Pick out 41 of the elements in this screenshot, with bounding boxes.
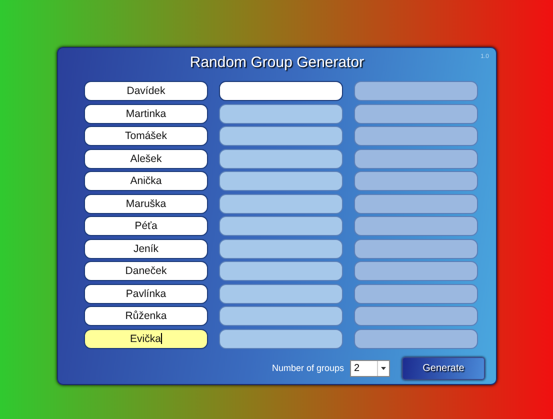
name-field[interactable]: Alešek (84, 148, 208, 168)
name-field[interactable] (219, 194, 343, 214)
name-field[interactable] (354, 284, 478, 304)
name-field[interactable] (354, 171, 478, 191)
name-field[interactable] (354, 238, 478, 258)
name-field[interactable] (219, 328, 343, 348)
name-field[interactable]: Pavlínka (84, 284, 208, 304)
name-field[interactable] (219, 81, 343, 101)
name-field[interactable] (219, 261, 343, 281)
name-field[interactable]: Daneček (84, 261, 208, 281)
name-field[interactable] (354, 104, 478, 124)
name-field[interactable]: Růženka (84, 306, 208, 326)
name-field[interactable] (219, 171, 343, 191)
name-field[interactable]: Maruška (84, 194, 208, 214)
name-field[interactable] (354, 126, 478, 146)
name-field[interactable]: Péťa (84, 216, 208, 236)
name-field[interactable]: Evička (84, 328, 208, 348)
caret-icon (381, 366, 386, 370)
name-field[interactable] (219, 216, 343, 236)
generate-button[interactable]: Generate (402, 356, 485, 380)
name-field[interactable]: Jeník (84, 238, 208, 258)
name-field[interactable]: Martinka (84, 104, 208, 124)
name-field[interactable] (354, 261, 478, 281)
name-field[interactable] (354, 194, 478, 214)
name-field[interactable] (354, 216, 478, 236)
name-field[interactable] (219, 238, 343, 258)
name-field[interactable] (219, 104, 343, 124)
name-field[interactable] (219, 148, 343, 168)
name-field[interactable] (354, 81, 478, 101)
window-title: Random Group Generator (188, 53, 366, 73)
name-field[interactable] (354, 306, 478, 326)
name-field[interactable] (219, 306, 343, 326)
name-field[interactable]: Anička (84, 171, 208, 191)
groups-label: Number of groups (272, 363, 344, 373)
groups-dropdown[interactable]: 2 (350, 360, 390, 376)
name-field[interactable] (354, 328, 478, 348)
name-field[interactable] (354, 148, 478, 168)
name-field[interactable]: Davídek (84, 81, 208, 101)
name-field[interactable]: Tomášek (84, 126, 208, 146)
name-field[interactable] (219, 284, 343, 304)
name-field[interactable] (219, 126, 343, 146)
